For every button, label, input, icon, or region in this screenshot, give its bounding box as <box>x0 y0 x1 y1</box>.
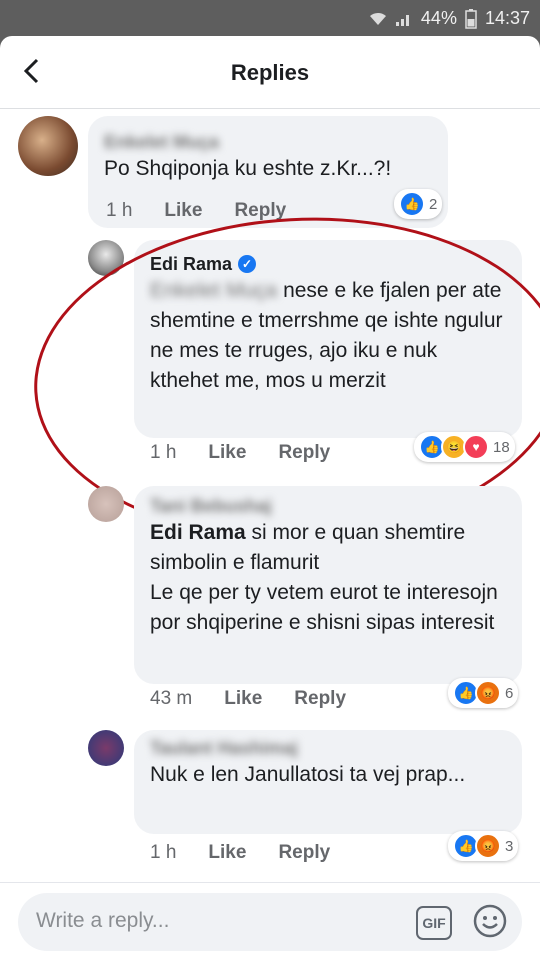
like-button[interactable]: Like <box>208 442 246 464</box>
like-button[interactable]: Like <box>208 842 246 864</box>
comment-author: Edi Rama ✓ <box>150 252 506 276</box>
reaction-summary[interactable]: 👍 😡 3 <box>448 831 519 861</box>
comment-time: 1 h <box>150 442 177 463</box>
comment-text-2: Le qe per ty vetem eurot te interesojn p… <box>150 581 498 634</box>
clock: 14:37 <box>484 8 530 28</box>
author-name[interactable]: Edi Rama <box>150 252 232 276</box>
battery-percent: 44% <box>420 8 457 28</box>
comment-bubble: Taulant Hashimaj Nuk e len Janullatosi t… <box>134 730 522 834</box>
reaction-summary[interactable]: 👍 2 <box>394 189 443 219</box>
reaction-count: 6 <box>505 684 514 702</box>
comment-text: Edi Rama si mor e quan shemtire simbolin… <box>150 518 506 578</box>
comment-text: Enkelet Muça nese e ke fjalen per ate sh… <box>150 276 506 396</box>
avatar[interactable] <box>18 116 78 176</box>
comment-time: 1 h <box>106 200 133 221</box>
reaction-count: 3 <box>505 837 514 855</box>
reply-button[interactable]: Reply <box>234 200 286 222</box>
reaction-count: 18 <box>493 438 510 456</box>
comment-author[interactable]: Tani Bebushaj <box>150 494 506 518</box>
comment-author[interactable]: Enkelet Muça <box>104 130 432 154</box>
like-reaction-icon: 👍 <box>399 191 425 217</box>
reply-button[interactable]: Reply <box>294 688 346 710</box>
angry-reaction-icon: 😡 <box>475 833 501 859</box>
emoji-icon[interactable] <box>472 903 508 939</box>
comment-actions: 1 h Like Reply <box>106 200 286 222</box>
reaction-summary[interactable]: 👍 😆 ♥ 18 <box>414 432 515 462</box>
gif-button[interactable]: GIF <box>416 906 452 940</box>
mention[interactable]: Enkelet Muça <box>150 279 277 302</box>
mention[interactable]: Edi Rama <box>150 521 246 544</box>
cellular-signal-icon <box>395 14 409 26</box>
battery-icon <box>465 8 477 29</box>
wifi-icon <box>369 12 386 25</box>
page-title: Replies <box>230 60 310 85</box>
comment-actions: 1 h Like Reply <box>150 442 330 464</box>
comment-bubble: Edi Rama ✓ Enkelet Muça nese e ke fjalen… <box>134 240 522 438</box>
comment-actions: 43 m Like Reply <box>150 688 346 710</box>
avatar[interactable] <box>88 730 124 766</box>
comment-author[interactable]: Taulant Hashimaj <box>150 736 506 760</box>
comment-time: 43 m <box>150 688 193 709</box>
reaction-summary[interactable]: 👍 😡 6 <box>448 678 519 708</box>
reaction-count: 2 <box>429 195 438 213</box>
header: Replies <box>0 36 540 109</box>
love-reaction-icon: ♥ <box>463 434 489 460</box>
comment-text: Nuk e len Janullatosi ta vej prap... <box>150 763 466 786</box>
reply-input[interactable]: Write a reply... GIF <box>18 893 522 951</box>
comment-actions: 1 h Like Reply <box>150 842 330 864</box>
comment-time: 1 h <box>150 842 177 863</box>
like-button[interactable]: Like <box>224 688 262 710</box>
reply-button[interactable]: Reply <box>278 442 330 464</box>
verified-badge-icon: ✓ <box>238 255 257 273</box>
angry-reaction-icon: 😡 <box>475 680 501 706</box>
comment-bubble: Tani Bebushaj Edi Rama si mor e quan she… <box>134 486 522 684</box>
replies-sheet: Replies Enkelet Muça Po Shqiponja ku esh… <box>0 36 540 960</box>
avatar[interactable] <box>88 240 124 276</box>
comment-text: Po Shqiponja ku eshte z.Kr...?! <box>104 157 392 180</box>
reply-composer: Write a reply... GIF <box>0 882 540 960</box>
reply-placeholder: Write a reply... <box>36 909 170 932</box>
status-bar: 44% 14:37 <box>0 0 540 36</box>
avatar[interactable] <box>88 486 124 522</box>
like-button[interactable]: Like <box>164 200 202 222</box>
reply-button[interactable]: Reply <box>278 842 330 864</box>
